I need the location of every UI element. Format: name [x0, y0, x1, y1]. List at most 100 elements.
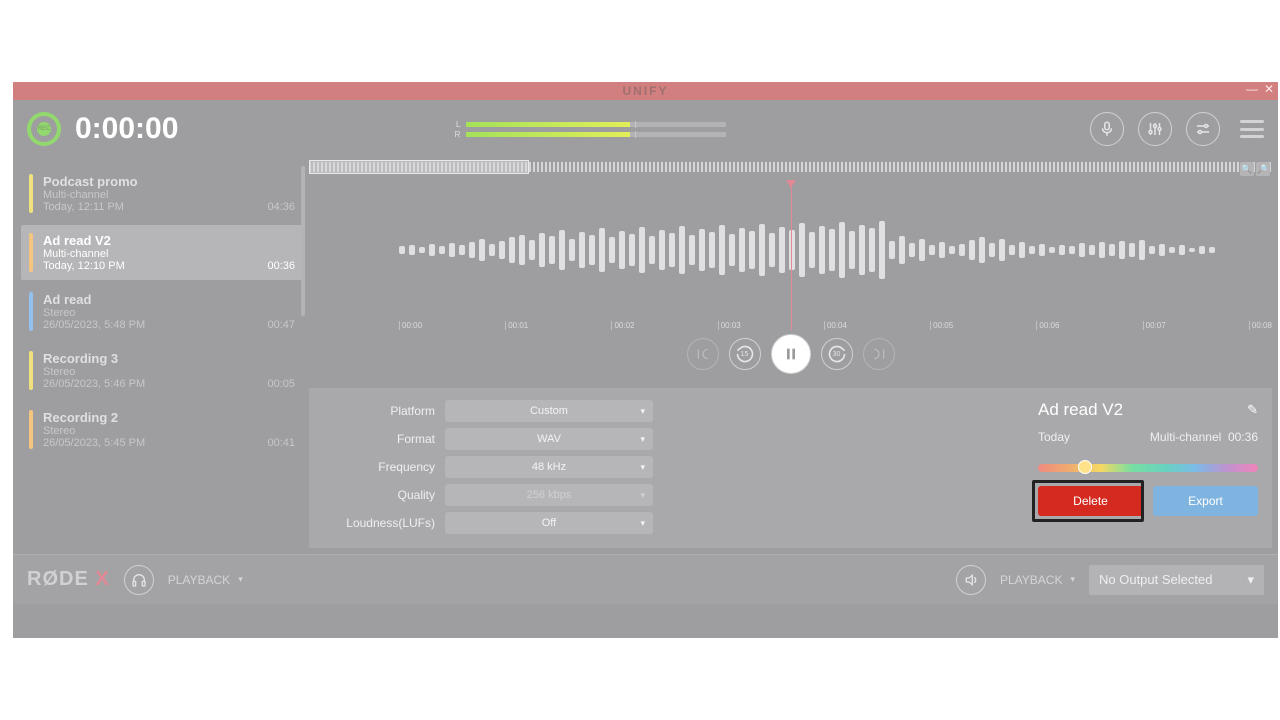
transport-controls: 15 30 — [309, 334, 1272, 374]
recording-time: 26/05/2023, 5:45 PM — [43, 437, 145, 449]
export-meta-dur: 00:36 — [1228, 430, 1258, 444]
recording-item[interactable]: Ad read V2 Multi-channel Today, 12:10 PM… — [21, 225, 305, 280]
headphones-button[interactable] — [124, 565, 154, 595]
record-button[interactable]: REC — [27, 112, 61, 146]
time-tick: 00:05 — [930, 321, 953, 330]
speaker-button[interactable] — [956, 565, 986, 595]
meter-bar-l — [466, 122, 726, 127]
platform-select[interactable]: Custom▾ — [445, 400, 653, 422]
color-slider-thumb[interactable] — [1078, 460, 1092, 474]
time-tick: 00:04 — [824, 321, 847, 330]
meter-label-r: R — [452, 130, 460, 139]
export-meta-date: Today — [1038, 430, 1070, 444]
time-tick: 00:02 — [611, 321, 634, 330]
frequency-select[interactable]: 48 kHz▾ — [445, 456, 653, 478]
quality-label: Quality — [323, 488, 435, 502]
zoom-out-button[interactable]: 🔎 — [1256, 162, 1270, 176]
recording-duration: 04:36 — [267, 201, 295, 213]
recording-title: Recording 3 — [43, 351, 295, 366]
recording-color-bar — [29, 292, 33, 331]
export-button[interactable]: Export — [1153, 486, 1258, 516]
record-timer: 0:00:00 — [75, 112, 178, 146]
skip-forward-30-button[interactable]: 30 — [821, 338, 853, 370]
recording-type: Stereo — [43, 307, 295, 319]
export-meta-title: Ad read V2 — [1038, 400, 1123, 420]
recording-duration: 00:41 — [267, 437, 295, 449]
recording-color-bar — [29, 174, 33, 213]
output-select[interactable]: No Output Selected▾ — [1089, 565, 1264, 595]
recording-item[interactable]: Ad read Stereo 26/05/2023, 5:48 PM 00:47 — [21, 284, 305, 339]
header: REC 0:00:00 L R — [13, 100, 1278, 158]
waveform-area[interactable]: 00:00 00:01 00:02 00:03 00:04 00:05 00:06 00:07… — [309, 180, 1272, 330]
playhead[interactable] — [791, 180, 792, 330]
mixer-button[interactable] — [1138, 112, 1172, 146]
close-button[interactable]: ✕ — [1264, 82, 1274, 96]
recording-duration: 00:05 — [267, 378, 295, 390]
meter-bar-r — [466, 132, 726, 137]
footer-brand: RØDE X — [27, 568, 110, 591]
recording-item[interactable]: Recording 2 Stereo 26/05/2023, 5:45 PM 0… — [21, 402, 305, 457]
color-slider[interactable] — [1038, 464, 1258, 472]
mic-settings-button[interactable] — [1090, 112, 1124, 146]
skip-to-end-button[interactable] — [863, 338, 895, 370]
record-icon: REC — [37, 122, 51, 136]
footer: RØDE X PLAYBACK▾ PLAYBACK▾ No Output Sel… — [13, 554, 1278, 604]
settings-sliders-button[interactable] — [1186, 112, 1220, 146]
chevron-down-icon: ▾ — [1070, 574, 1075, 585]
recording-duration: 00:36 — [267, 260, 295, 272]
recording-time: Today, 12:11 PM — [43, 201, 124, 213]
frequency-label: Frequency — [323, 460, 435, 474]
recording-title: Recording 2 — [43, 410, 295, 425]
recording-time: 26/05/2023, 5:46 PM — [43, 378, 145, 390]
format-label: Format — [323, 432, 435, 446]
platform-label: Platform — [323, 404, 435, 418]
app-window: UNIFY — ✕ REC 0:00:00 L R — [13, 82, 1278, 638]
chevron-down-icon: ▾ — [640, 518, 645, 529]
chevron-down-icon: ▾ — [640, 434, 645, 445]
zoom-in-button[interactable]: 🔍 — [1240, 162, 1254, 176]
time-tick: 00:06 — [1036, 321, 1059, 330]
menu-button[interactable] — [1240, 120, 1264, 138]
recordings-sidebar: Podcast promo Multi-channel Today, 12:11… — [13, 158, 309, 554]
recording-color-bar — [29, 233, 33, 272]
app-brand: UNIFY — [623, 84, 669, 98]
playback-right-select[interactable]: PLAYBACK▾ — [1000, 573, 1075, 587]
chevron-down-icon: ▾ — [640, 462, 645, 473]
overview-strip[interactable] — [309, 162, 1272, 172]
chevron-down-icon: ▾ — [238, 574, 243, 585]
chevron-down-icon: ▾ — [640, 490, 645, 501]
time-tick: 00:01 — [505, 321, 528, 330]
time-ruler: 00:00 00:01 00:02 00:03 00:04 00:05 00:06 00:07… — [399, 321, 1272, 330]
recording-item[interactable]: Recording 3 Stereo 26/05/2023, 5:46 PM 0… — [21, 343, 305, 398]
skip-back-15-button[interactable]: 15 — [729, 338, 761, 370]
recording-item[interactable]: Podcast promo Multi-channel Today, 12:11… — [21, 166, 305, 221]
chevron-down-icon: ▾ — [1247, 572, 1254, 588]
recording-type: Stereo — [43, 366, 295, 378]
time-tick: 00:00 — [399, 321, 422, 330]
export-meta-type: Multi-channel — [1150, 430, 1221, 444]
delete-button[interactable]: Delete — [1038, 486, 1143, 516]
overview-viewport[interactable] — [309, 160, 529, 174]
format-select[interactable]: WAV▾ — [445, 428, 653, 450]
loudness-select[interactable]: Off▾ — [445, 512, 653, 534]
recording-title: Podcast promo — [43, 174, 295, 189]
loudness-label: Loudness(LUFs) — [323, 516, 435, 530]
recording-duration: 00:47 — [267, 319, 295, 331]
recording-title: Ad read — [43, 292, 295, 307]
quality-select: 256 kbps▾ — [445, 484, 653, 506]
level-meters: L R — [452, 119, 726, 140]
recording-color-bar — [29, 351, 33, 390]
recording-time: 26/05/2023, 5:48 PM — [43, 319, 145, 331]
waveform — [399, 220, 1272, 280]
playback-left-select[interactable]: PLAYBACK▾ — [168, 573, 243, 587]
play-pause-button[interactable] — [771, 334, 811, 374]
skip-to-start-button[interactable] — [687, 338, 719, 370]
titlebar: UNIFY — ✕ — [13, 82, 1278, 100]
time-tick: 00:08 — [1249, 321, 1272, 330]
time-tick: 00:07 — [1143, 321, 1166, 330]
recording-title: Ad read V2 — [43, 233, 295, 248]
meter-label-l: L — [452, 120, 460, 129]
time-tick: 00:03 — [718, 321, 741, 330]
edit-title-icon[interactable]: ✎ — [1247, 402, 1258, 418]
minimize-button[interactable]: — — [1246, 82, 1258, 96]
